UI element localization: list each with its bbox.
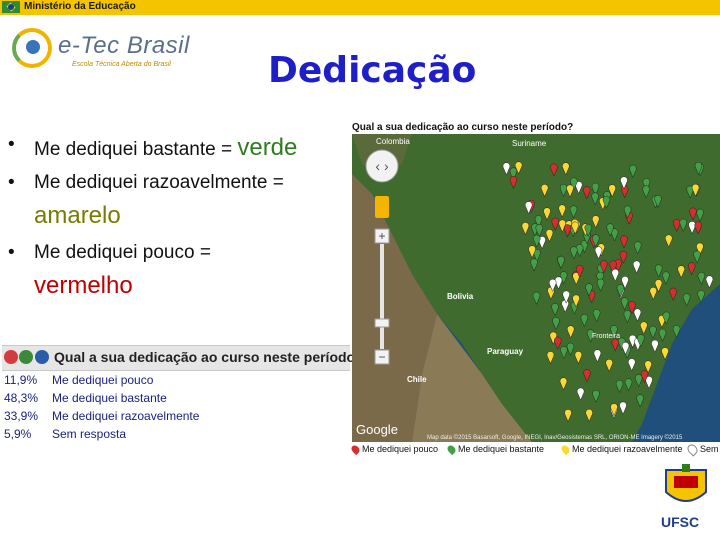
poll-percent: 33,9% — [4, 409, 39, 423]
poll-row: 11,9% Me dediquei pouco — [4, 373, 153, 387]
green-pin-icon — [445, 443, 458, 456]
plus-icon: + — [378, 229, 385, 243]
map-canvas[interactable]: ‹ › + − Colombia Suriname Bolivia Paragu… — [352, 134, 720, 442]
slide-title: Dedicação — [268, 50, 477, 91]
poll-row: 33,9% Me dediquei razoavelmente — [4, 409, 199, 423]
white-pin-icon — [685, 442, 700, 457]
poll-row: 48,3% Me dediquei bastante — [4, 391, 167, 405]
red-pin-icon — [349, 443, 362, 456]
bullet-text: Me dediquei bastante = — [34, 139, 238, 160]
ufsc-label: UFSC — [661, 514, 700, 530]
poll-header: Qual a sua dedicação ao curso neste perí… — [2, 345, 364, 371]
map-view[interactable]: ‹ › + − Colombia Suriname Bolivia Paragu… — [352, 134, 720, 442]
brazil-flag-icon — [2, 1, 20, 13]
poll-label: Sem resposta — [52, 427, 127, 441]
zoom-slider-handle[interactable] — [374, 318, 390, 328]
ministry-label: Ministério da Educação — [24, 1, 136, 12]
label-paraguay: Paraguay — [487, 347, 524, 356]
bullet-verde: • Me dediquei bastante = verde — [8, 134, 298, 161]
poll-percent: 5,9% — [4, 427, 32, 441]
logo-tagline: Escola Técnica Aberta do Brasil — [72, 61, 171, 68]
poll-percent: 48,3% — [4, 391, 39, 405]
legend-item-bastante: Me dediquei bastante — [445, 443, 545, 456]
ufsc-logo: UFSC — [652, 462, 720, 534]
poll-label: Me dediquei bastante — [52, 391, 167, 405]
etec-logo-icon — [12, 28, 52, 68]
globe-icon[interactable] — [35, 350, 49, 364]
label-colombia: Colombia — [376, 137, 410, 146]
chart-icon[interactable] — [4, 350, 18, 364]
color-verde: verde — [237, 134, 298, 161]
poll-percent: 11,9% — [4, 373, 38, 387]
legend-label: Me dediquei pouco — [362, 444, 439, 454]
poll-label: Me dediquei pouco — [52, 373, 154, 387]
minus-icon: − — [378, 350, 385, 364]
google-logo: Google — [356, 422, 398, 437]
yellow-pin-icon — [559, 443, 572, 456]
ufsc-crest-icon — [665, 464, 707, 502]
bullet-vermelho: • Me dediquei pouco = vermelho — [8, 242, 211, 299]
bullet-text: Me dediquei pouco = — [34, 242, 211, 263]
poll-results: Qual a sua dedicação ao curso neste perí… — [2, 345, 364, 445]
ministry-bar: Ministério da Educação — [0, 0, 720, 15]
legend-label: Me dediquei bastante — [458, 444, 545, 454]
etec-logo: e-Tec Brasil Escola Técnica Aberta do Br… — [12, 24, 192, 80]
map-title: Qual a sua dedicação ao curso neste perí… — [352, 122, 574, 133]
zoom-slider-track[interactable] — [380, 244, 384, 349]
legend-item-razoavelmente: Me dediquei razoavelmente — [559, 443, 683, 456]
poll-title: Qual a sua dedicação ao curso neste perí… — [54, 349, 364, 365]
logo-name: e-Tec Brasil — [58, 32, 190, 59]
legend-item-pouco: Me dediquei pouco — [349, 443, 439, 456]
map-attribution: Map data ©2015 Basarsoft, Google, INEGI,… — [427, 434, 683, 441]
legend-item-sem-resposta: Sem resposta — [685, 442, 720, 457]
pin-icon[interactable] — [19, 350, 33, 364]
label-bolivia: Bolivia — [447, 292, 474, 301]
bullet-amarelo: • Me dediquei razoavelmente = amarelo — [8, 172, 284, 229]
label-fronteira: Fronteira — [592, 333, 620, 340]
pan-arrows-icon: ‹ › — [375, 158, 389, 174]
pegman-icon[interactable] — [375, 196, 389, 218]
label-suriname: Suriname — [512, 139, 547, 148]
poll-row: 5,9% Sem resposta — [4, 427, 126, 441]
label-chile: Chile — [407, 375, 427, 384]
color-amarelo: amarelo — [34, 202, 121, 229]
legend-label: Sem resposta — [700, 444, 720, 454]
bullet-text: Me dediquei razoavelmente = — [34, 172, 284, 193]
poll-label: Me dediquei razoavelmente — [52, 409, 200, 423]
color-vermelho: vermelho — [34, 272, 133, 299]
legend-label: Me dediquei razoavelmente — [572, 444, 683, 454]
